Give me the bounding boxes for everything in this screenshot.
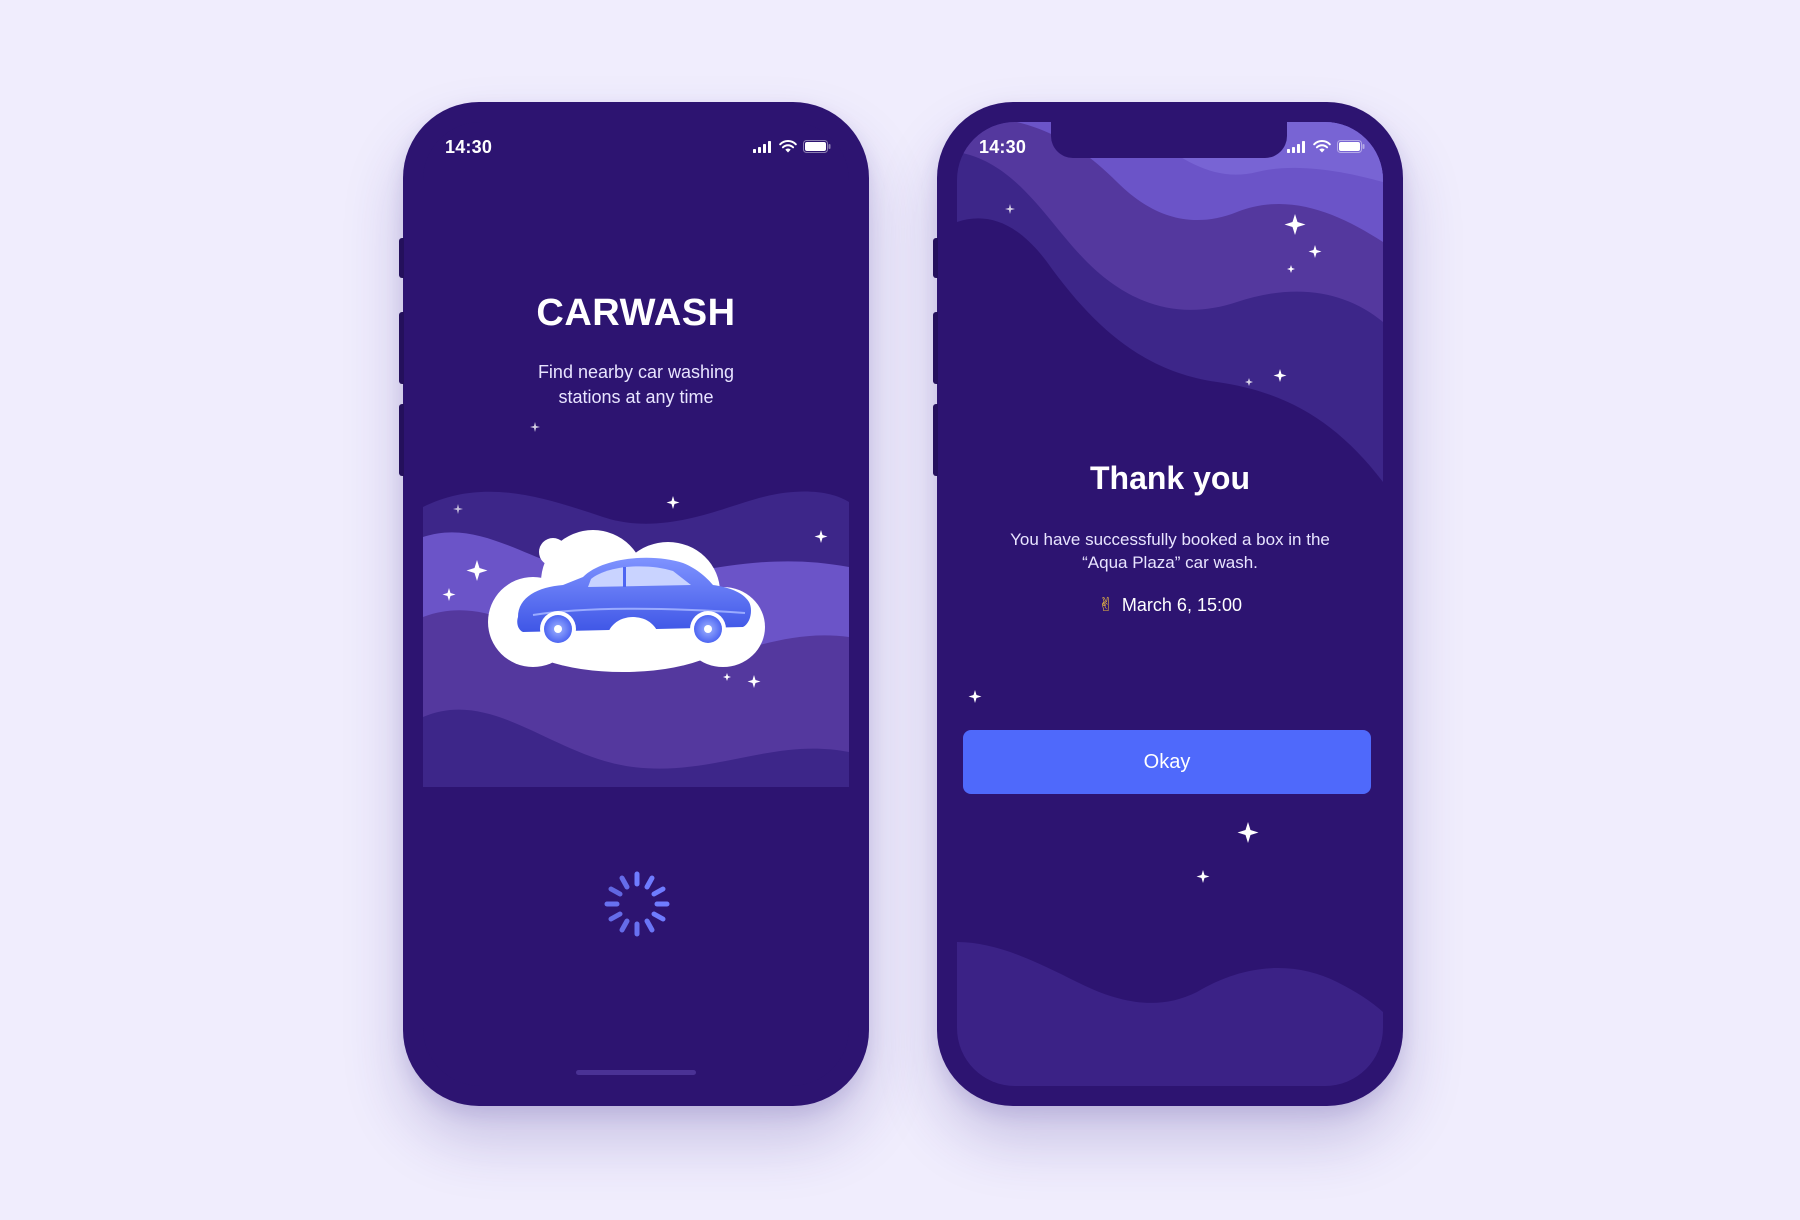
victory-hand-icon: ✌ xyxy=(1098,595,1114,616)
sparkle-icon xyxy=(968,690,982,703)
status-time: 14:30 xyxy=(445,137,493,157)
status-bar: 14:30 xyxy=(423,122,849,172)
volume-up-button xyxy=(399,312,404,384)
wifi-icon xyxy=(779,140,797,153)
phone-splash: 14:30 CARWASH Find nearby car washing st… xyxy=(399,102,869,1106)
home-indicator[interactable] xyxy=(576,1070,696,1075)
okay-button[interactable]: Okay xyxy=(963,730,1371,794)
signal-icon xyxy=(1287,140,1305,153)
car-in-cloud-illustration xyxy=(423,491,849,787)
mockup-stage: 14:30 CARWASH Find nearby car washing st… xyxy=(0,0,1800,1220)
mute-switch xyxy=(399,238,404,278)
volume-down-button xyxy=(933,404,938,476)
status-time: 14:30 xyxy=(979,137,1027,157)
app-title: CARWASH xyxy=(536,292,736,334)
wifi-icon xyxy=(1313,140,1331,153)
sparkle-icon xyxy=(1196,870,1210,883)
booking-datetime: ✌ March 6, 15:00 xyxy=(957,594,1383,617)
app-subtitle: Find nearby car washing stations at any … xyxy=(537,362,735,407)
battery-icon xyxy=(803,140,831,153)
sparkle-icon xyxy=(1237,822,1259,843)
sparkle-icon xyxy=(530,422,540,432)
splash-screen: 14:30 CARWASH Find nearby car washing st… xyxy=(423,122,849,1086)
bottom-wave-decoration xyxy=(957,942,1383,1086)
top-wave-decoration xyxy=(957,122,1383,482)
loading-spinner-icon xyxy=(604,871,670,937)
status-icons xyxy=(753,140,831,153)
phone-thank-you: 14:30 Thank you You have successfully bo… xyxy=(933,102,1403,1106)
status-icons xyxy=(1287,140,1365,153)
booking-confirmation-message: You have successfully booked a box in th… xyxy=(1010,530,1330,572)
volume-up-button xyxy=(933,312,938,384)
booking-datetime-text: March 6, 15:00 xyxy=(1121,595,1242,615)
signal-icon xyxy=(753,140,771,153)
volume-down-button xyxy=(399,404,404,476)
thank-you-screen: 14:30 Thank you You have successfully bo… xyxy=(957,122,1383,1086)
thank-you-title: Thank you xyxy=(1089,460,1250,496)
mute-switch xyxy=(933,238,938,278)
status-bar: 14:30 xyxy=(957,122,1383,172)
battery-icon xyxy=(1337,140,1365,153)
